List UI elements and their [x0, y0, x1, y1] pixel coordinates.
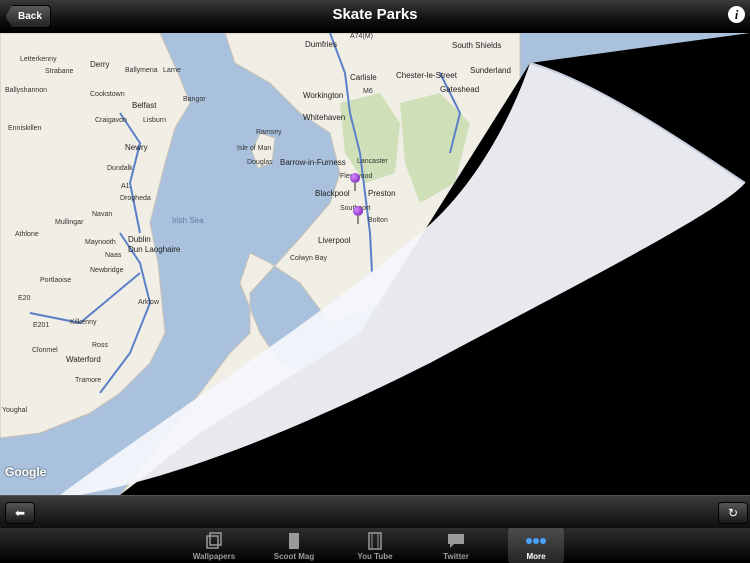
wallpapers-icon: [206, 532, 222, 549]
map-label: Larne: [163, 67, 181, 74]
map-label: Preston: [368, 189, 396, 198]
refresh-button[interactable]: ↻: [718, 502, 748, 524]
map-label: Portlaoise: [40, 277, 72, 284]
map-label: Lisburn: [143, 117, 166, 124]
road-label: A1: [121, 183, 130, 190]
tab-twitter[interactable]: Twitter: [428, 528, 484, 563]
map-label: Irish Sea: [172, 216, 204, 225]
tab-more[interactable]: More: [508, 528, 564, 563]
map-label: Kilkenny: [70, 319, 97, 326]
tab-label: You Tube: [357, 552, 393, 561]
map-toolbar: ⬅ ↻: [0, 495, 750, 529]
map-label: Drogheda: [120, 195, 151, 202]
map-label: Dumfries: [305, 40, 338, 49]
speech-bubble-icon: [448, 534, 464, 548]
map-label: Maynooth: [85, 239, 116, 246]
map-label: Colwyn Bay: [290, 255, 327, 262]
map-label: Clonmel: [32, 347, 58, 354]
map-label: Dundalk: [107, 165, 133, 172]
map-label: Enniskillen: [8, 125, 42, 132]
map-label: Cookstown: [90, 91, 125, 98]
map-label: Bolton: [368, 217, 388, 224]
road-label: A74(M): [350, 33, 373, 40]
google-logo: Google: [5, 465, 47, 479]
road-label: E201: [33, 322, 50, 329]
road-label: M6: [363, 88, 373, 95]
map-label: Bangor: [183, 96, 206, 103]
page-title: Skate Parks: [332, 6, 418, 23]
map-label: Lancaster: [357, 158, 388, 165]
map-label: Ross: [92, 342, 108, 349]
film-icon: [368, 532, 382, 550]
map-label: Navan: [92, 211, 113, 218]
tab-bar: Wallpapers Scoot Mag You Tube Twitter Mo…: [0, 528, 750, 563]
more-dots-icon: [526, 538, 546, 544]
navigation-bar: Back Skate Parks i: [0, 0, 750, 33]
map-label: Dublin: [128, 235, 151, 244]
map-view[interactable]: Dumfries South Shields Gateshead Sunderl…: [0, 33, 750, 495]
tab-label: Wallpapers: [192, 552, 236, 561]
back-arrow-button[interactable]: ⬅: [5, 502, 35, 524]
map-label: Naas: [105, 252, 122, 259]
map-label: Chester-le-Street: [396, 71, 457, 80]
map-label: Letterkenny: [20, 56, 57, 63]
map-label: Ballymena: [125, 67, 158, 74]
map-label: Youghal: [2, 407, 28, 414]
map-canvas: [0, 33, 750, 495]
map-label: Barrow-in-Furness: [280, 158, 346, 167]
tab-you-tube[interactable]: You Tube: [347, 528, 403, 563]
map-label: Mullingar: [55, 219, 84, 226]
tab-label: Scoot Mag: [273, 552, 315, 561]
map-label: Strabane: [45, 68, 74, 75]
skate-park-pin[interactable]: [350, 173, 360, 191]
map-label: Douglas: [247, 159, 273, 166]
map-label: Tramore: [75, 377, 102, 384]
map-label: Ballyshannon: [5, 87, 48, 94]
map-label: Carlisle: [350, 73, 377, 82]
map-label: Blackpool: [315, 189, 350, 198]
map-label: Newry: [125, 143, 148, 152]
map-label: Liverpool: [318, 236, 351, 245]
tab-label: Twitter: [443, 552, 469, 561]
road-label: E20: [18, 295, 31, 302]
map-label: Arklow: [138, 299, 160, 306]
map-label: Isle of Man: [237, 145, 272, 152]
map-label: Waterford: [66, 355, 101, 364]
map-label: Newbridge: [90, 267, 124, 274]
tab-scoot-mag[interactable]: Scoot Mag: [266, 528, 322, 563]
tab-label: More: [526, 552, 546, 561]
skate-park-pin[interactable]: [353, 206, 363, 224]
map-label: Sunderland: [470, 66, 511, 75]
tab-wallpapers[interactable]: Wallpapers: [186, 528, 242, 563]
map-label: Belfast: [132, 101, 157, 110]
map-label: Dun Laoghaire: [128, 245, 181, 254]
map-label: Workington: [303, 91, 344, 100]
map-label: Craigavon: [95, 117, 127, 124]
book-icon: [289, 533, 299, 549]
map-label: Athlone: [15, 231, 39, 238]
map-label: Ramsey: [256, 129, 282, 136]
map-label: Derry: [90, 60, 110, 69]
map-label: South Shields: [452, 41, 502, 50]
map-label: Whitehaven: [303, 113, 346, 122]
map-label: Gateshead: [440, 85, 480, 94]
info-icon[interactable]: i: [728, 6, 745, 23]
